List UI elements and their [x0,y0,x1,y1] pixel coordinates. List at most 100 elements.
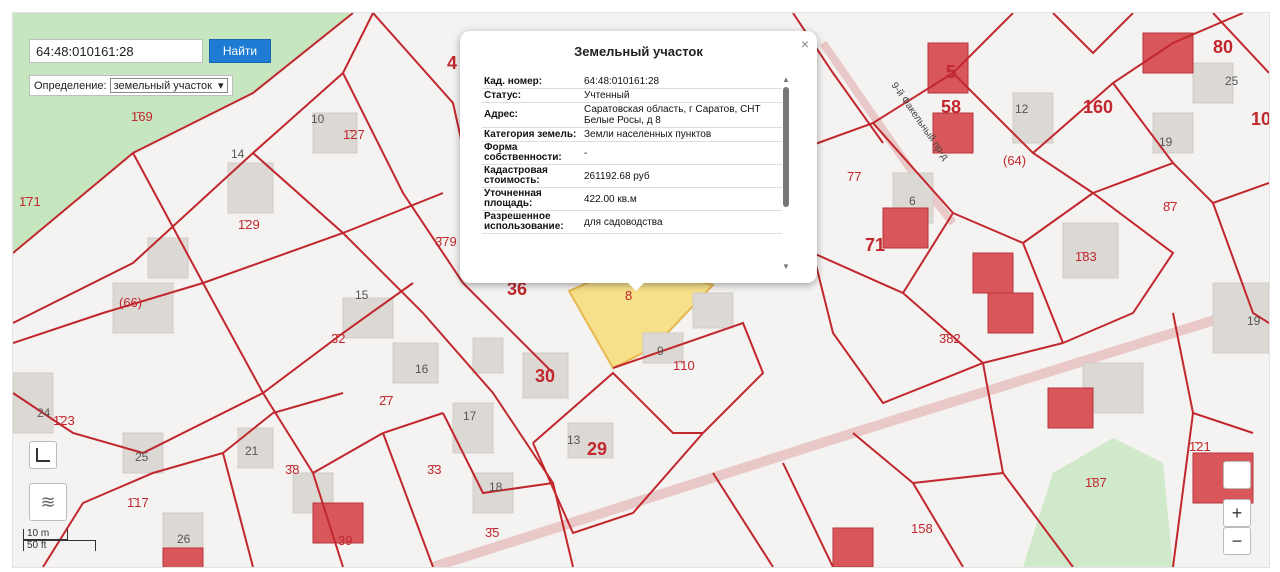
definition-selected-value: земельный участок [113,79,212,92]
table-row: Уточненная площадь: 422.00 кв.м [482,187,782,211]
svg-text:3̄2: 3̄2 [331,331,345,346]
parcel-info-table: Кад. номер: 64:48:010161:28 Статус: Учтенн… [482,75,782,234]
svg-text:17: 17 [463,409,477,423]
svg-text:16: 16 [415,362,429,376]
layers-button[interactable]: ≋ [29,483,67,521]
scroll-thumb[interactable] [783,87,789,207]
svg-text:10: 10 [1251,109,1269,129]
svg-text:158: 158 [911,521,933,536]
svg-text:160: 160 [1083,97,1113,117]
svg-text:3̄79: 3̄79 [435,234,457,249]
svg-text:80: 80 [1213,37,1233,57]
svg-text:3̄3: 3̄3 [427,462,441,477]
svg-text:25: 25 [1225,74,1239,88]
svg-text:77: 77 [847,169,861,184]
popup-title: Земельный участок [574,44,703,59]
row-key: Кад. номер: [482,75,582,89]
row-value: Земли населенных пунктов [582,127,782,142]
row-key: Адрес: [482,102,582,128]
svg-text:2̄7: 2̄7 [379,393,393,408]
svg-text:3̄5: 3̄5 [485,525,499,540]
fullscreen-button[interactable] [29,441,57,469]
map-option-button[interactable] [1223,461,1251,489]
scale-imperial: 50 ft [23,540,96,551]
svg-text:(66): (66) [119,295,142,310]
row-key: Кадастровая стоимость: [482,164,582,188]
svg-text:18: 18 [489,480,503,494]
svg-text:30: 30 [535,366,555,386]
zoom-out-button[interactable]: − [1223,527,1251,555]
row-value: Саратовская область, г Саратов, СНТ Белы… [582,102,782,128]
svg-text:58: 58 [941,97,961,117]
svg-text:1̄21: 1̄21 [1189,439,1211,454]
svg-text:21: 21 [245,444,259,458]
svg-text:1̄69: 1̄69 [131,109,153,124]
row-value: 64:48:010161:28 [582,75,782,89]
svg-text:24: 24 [37,406,51,420]
svg-text:1̄29: 1̄29 [238,217,260,232]
svg-text:1̄83: 1̄83 [1075,249,1097,264]
parcel-info-popup: Земельный участок × Кад. номер: 64:48:010… [460,31,817,291]
scale-bar: 10 m 50 ft [23,529,96,551]
definition-control: Определение: земельный участок ▾ [29,75,233,96]
definition-label: Определение: [34,79,107,92]
table-row: Кад. номер: 64:48:010161:28 [482,75,782,89]
table-row: Адрес: Саратовская область, г Саратов, СН… [482,102,782,128]
popup-scrollbar[interactable]: ▲ ▼ [782,75,792,271]
svg-text:8̄7: 8̄7 [1163,199,1177,214]
svg-text:29: 29 [587,439,607,459]
svg-text:25: 25 [135,450,149,464]
scale-metric: 10 m [23,529,68,540]
svg-text:71: 71 [865,235,885,255]
svg-text:1̄10: 1̄10 [673,358,695,373]
svg-text:3̄82: 3̄82 [939,331,961,346]
svg-text:3̄8: 3̄8 [285,462,299,477]
row-key: Разрешенное использование: [482,210,582,234]
svg-text:10: 10 [311,112,325,126]
svg-text:39: 39 [338,533,352,548]
fullscreen-icon [36,448,50,462]
search-bar: Найти [29,39,271,63]
row-value: - [582,141,782,165]
scroll-down-icon[interactable]: ▼ [782,262,790,271]
table-row: Кадастровая стоимость: 261192.68 руб [482,164,782,188]
table-row: Категория земель: Земли населенных пункто… [482,127,782,142]
table-row: Форма собственности: - [482,141,782,165]
map-frame[interactable]: 1̄69 1̄71 1̄29 1̄27 (66) 3̄2 2̄7 3̄8 3̄3… [12,12,1270,568]
svg-text:14: 14 [231,147,245,161]
row-value: для садоводства [582,210,782,234]
cadastral-search-input[interactable] [29,39,203,63]
svg-text:1̄27: 1̄27 [343,127,365,142]
svg-text:4: 4 [447,53,457,73]
row-key: Категория земель: [482,127,582,142]
svg-text:12: 12 [1015,102,1029,116]
svg-text:1̄87: 1̄87 [1085,475,1107,490]
svg-text:19: 19 [1247,314,1261,328]
zoom-in-button[interactable]: + [1223,499,1251,527]
table-row: Статус: Учтенный [482,88,782,103]
svg-text:6: 6 [909,194,916,208]
row-key: Уточненная площадь: [482,187,582,211]
svg-text:26: 26 [177,532,191,546]
svg-text:(64): (64) [1003,153,1026,168]
svg-text:1̄23: 1̄23 [53,413,75,428]
find-button[interactable]: Найти [209,39,271,63]
row-value: Учтенный [582,88,782,103]
svg-text:19: 19 [1159,135,1173,149]
close-icon[interactable]: × [801,36,809,52]
row-key: Статус: [482,88,582,103]
row-value: 422.00 кв.м [582,187,782,211]
layers-icon: ≋ [40,491,56,512]
definition-select[interactable]: земельный участок ▾ [109,78,228,93]
svg-text:15: 15 [355,288,369,302]
popup-pointer [628,283,644,291]
svg-text:1̄71: 1̄71 [19,194,41,209]
chevron-down-icon: ▾ [218,80,224,92]
table-row: Разрешенное использование: для садоводств… [482,210,782,234]
svg-text:1̄17: 1̄17 [127,495,149,510]
svg-text:13: 13 [567,433,581,447]
row-value: 261192.68 руб [582,164,782,188]
scroll-up-icon[interactable]: ▲ [782,75,790,84]
svg-text:5: 5 [946,62,956,82]
svg-text:9: 9 [657,344,664,358]
